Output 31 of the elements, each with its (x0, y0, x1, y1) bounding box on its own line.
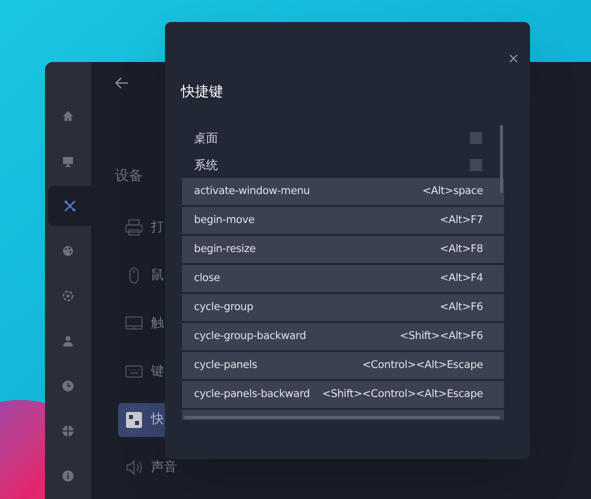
home-icon (62, 110, 74, 122)
dialog-title: 快捷键 (181, 83, 223, 102)
group-label: 系统 (194, 156, 218, 174)
shortcut-row[interactable]: cycle-group-backward <Shift><Alt>F6 (182, 323, 504, 350)
close-icon[interactable] (509, 54, 518, 63)
palette-icon (62, 245, 74, 257)
shortcut-row[interactable]: begin-move <Alt>F7 (182, 207, 504, 234)
shortcut-row[interactable]: close <Alt>F4 (182, 265, 504, 292)
globe-icon (62, 425, 74, 437)
device-item[interactable]: 声音 (118, 451, 190, 485)
dice-icon (125, 411, 143, 429)
network-icon (62, 290, 74, 302)
section-title: 设备 (115, 167, 143, 186)
shortcut-row[interactable]: cycle-panels-backward <Shift><Control><Alt>Escape (182, 381, 504, 408)
shortcut-row[interactable]: cycle-panels <Control><Alt>Escape (182, 352, 504, 379)
printer-icon (125, 219, 143, 237)
group-label: 桌面 (194, 130, 218, 146)
clock-icon (62, 380, 74, 392)
shortcut-row[interactable]: begin-resize <Alt>F8 (182, 236, 504, 263)
user-icon (62, 335, 74, 347)
vertical-scrollbar[interactable] (500, 125, 503, 193)
monitor-icon (62, 155, 74, 167)
checkbox[interactable] (470, 158, 482, 170)
shortcut-row[interactable]: cycle-group <Alt>F6 (182, 294, 504, 321)
nav-tab[interactable] (48, 186, 91, 226)
info-icon (62, 470, 74, 482)
back-arrow-icon[interactable] (115, 77, 129, 89)
checkbox[interactable] (470, 132, 482, 144)
speaker-icon (125, 459, 143, 477)
tools-icon (64, 200, 76, 212)
shortcut-row[interactable]: activate-window-menu <Alt>space (182, 178, 504, 205)
